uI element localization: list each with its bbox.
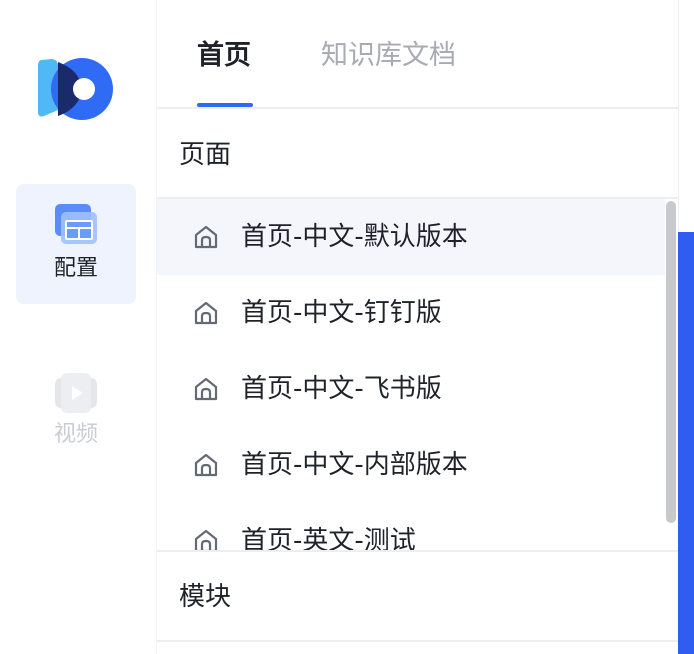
home-icon [194, 377, 218, 401]
home-icon [194, 453, 218, 477]
right-accent-bar [678, 232, 694, 654]
nav-rail: 配置 视频 [0, 0, 156, 654]
active-tab-indicator [197, 103, 253, 107]
home-icon [194, 301, 218, 325]
nav-item-config-label: 配置 [53, 256, 98, 281]
list-item[interactable]: 首页-中文-默认版本 [157, 199, 665, 275]
modules-section-title: 模块 [179, 582, 232, 612]
nav-item-video-label: 视频 [53, 422, 98, 447]
divider [157, 640, 679, 642]
home-icon [194, 529, 218, 550]
nav-item-config[interactable]: 配置 [16, 184, 136, 304]
list-item[interactable]: 首页-英文-测试 [157, 503, 665, 550]
list-item[interactable]: 首页-中文-飞书版 [157, 351, 665, 427]
product-logo-icon[interactable] [36, 56, 116, 122]
divider [157, 550, 679, 552]
page-list: 首页-中文-默认版本 首页-中文-钉钉版 首页-中文-飞书版 首页-中文-内部版… [157, 199, 679, 550]
list-item-label: 首页-中文-飞书版 [241, 374, 442, 404]
video-icon [55, 373, 97, 413]
config-icon [55, 204, 97, 244]
app-root: 配置 视频 首页 知识库文档 页面 首页-中文-默认版本 首页-中文-钉钉版 首… [0, 0, 694, 654]
list-item-label: 首页-中文-内部版本 [241, 450, 468, 480]
list-item-label: 首页-中文-默认版本 [241, 222, 468, 252]
tab-knowledge-docs[interactable]: 知识库文档 [321, 38, 456, 74]
list-item[interactable]: 首页-中文-内部版本 [157, 427, 665, 503]
tab-bar: 首页 知识库文档 [157, 0, 679, 109]
list-item-label: 首页-中文-钉钉版 [241, 298, 442, 328]
pages-section-title: 页面 [179, 140, 232, 170]
page-panel: 首页 知识库文档 页面 首页-中文-默认版本 首页-中文-钉钉版 首页-中文-飞… [156, 0, 679, 654]
scrollbar-thumb[interactable] [666, 201, 676, 523]
list-item-label: 首页-英文-测试 [241, 526, 416, 550]
tab-home[interactable]: 首页 [197, 38, 251, 74]
home-icon [194, 225, 218, 249]
list-item[interactable]: 首页-中文-钉钉版 [157, 275, 665, 351]
nav-item-video[interactable]: 视频 [16, 350, 136, 460]
